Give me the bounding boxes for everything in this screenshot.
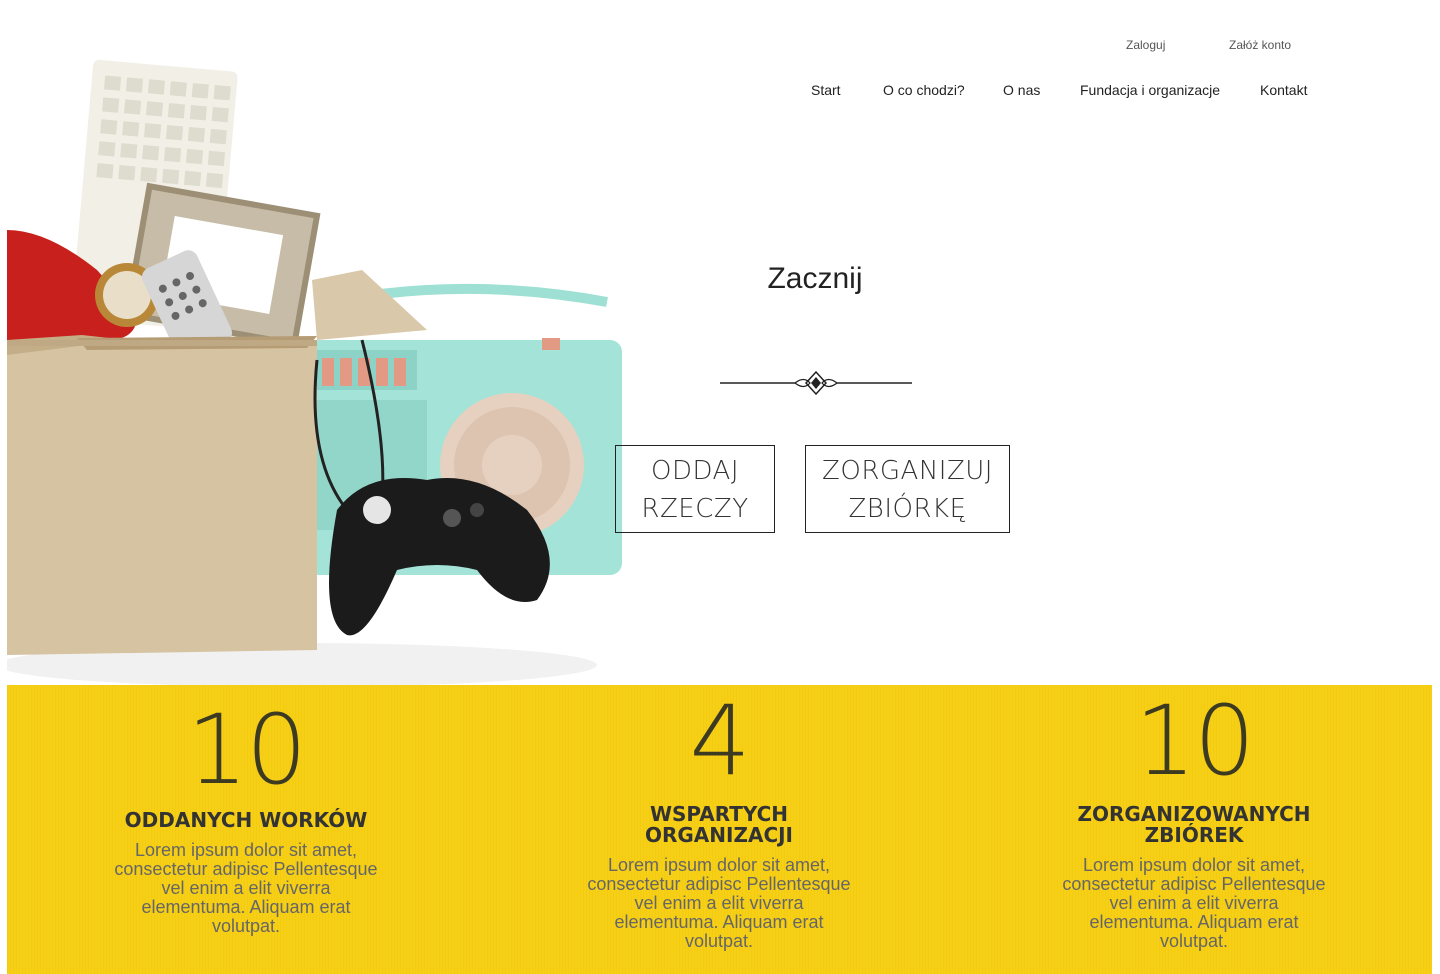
nav-item-contact[interactable]: Kontakt: [1260, 82, 1307, 98]
nav-item-about-what[interactable]: O co chodzi?: [883, 82, 965, 98]
register-link[interactable]: Załóż konto: [1229, 38, 1291, 52]
stat-organizations-number: 4: [689, 685, 750, 797]
stat-organizations: 4 WSPARTYCH ORGANIZACJI Lorem ipsum dolo…: [569, 685, 869, 951]
nav-item-foundations[interactable]: Fundacja i organizacje: [1080, 82, 1220, 98]
give-items-button[interactable]: ODDAJ RZECZY: [615, 445, 775, 533]
stat-collections-label-line2: ZBIÓREK: [1144, 823, 1244, 847]
stat-collections-label-line1: ZORGANIZOWANYCH: [1077, 802, 1311, 826]
stat-organizations-label-line2: ORGANIZACJI: [644, 823, 794, 847]
stat-bags-number: 10: [186, 694, 307, 806]
stat-bags-label: ODDANYCH WORKÓW: [124, 808, 368, 832]
stat-bags: 10 ODDANYCH WORKÓW Lorem ipsum dolor sit…: [96, 685, 396, 936]
nav-item-about-us[interactable]: O nas: [1003, 82, 1040, 98]
give-items-line2: RZECZY: [641, 494, 749, 524]
login-link-text[interactable]: Zaloguj: [1126, 38, 1165, 52]
stat-organizations-description: Lorem ipsum dolor sit amet, consectetur …: [587, 855, 851, 951]
hero-image: [7, 59, 622, 685]
nav-item-start[interactable]: Start: [811, 82, 841, 98]
organize-collection-button[interactable]: ZORGANIZUJ ZBIÓRKĘ: [805, 445, 1010, 533]
hero-title: Zacznij: [767, 262, 863, 295]
organize-collection-line2: ZBIÓRKĘ: [848, 494, 967, 524]
stat-bags-description: Lorem ipsum dolor sit amet, consectetur …: [114, 840, 378, 936]
login-link[interactable]: Zaloguj: [1126, 38, 1165, 52]
stat-collections-number: 10: [1134, 685, 1255, 797]
give-items-line1: ODDAJ: [650, 456, 739, 486]
organize-collection-line1: ZORGANIZUJ: [822, 456, 993, 486]
stats-section: 10 ODDANYCH WORKÓW Lorem ipsum dolor sit…: [7, 685, 1432, 974]
stat-collections-description: Lorem ipsum dolor sit amet, consectetur …: [1062, 855, 1326, 951]
register-link-text[interactable]: Załóż konto: [1229, 38, 1291, 52]
stat-collections: 10 ZORGANIZOWANYCH ZBIÓREK Lorem ipsum d…: [1044, 685, 1344, 951]
stat-organizations-label-line1: WSPARTYCH: [649, 802, 789, 826]
ornament-divider-icon: [720, 370, 912, 396]
